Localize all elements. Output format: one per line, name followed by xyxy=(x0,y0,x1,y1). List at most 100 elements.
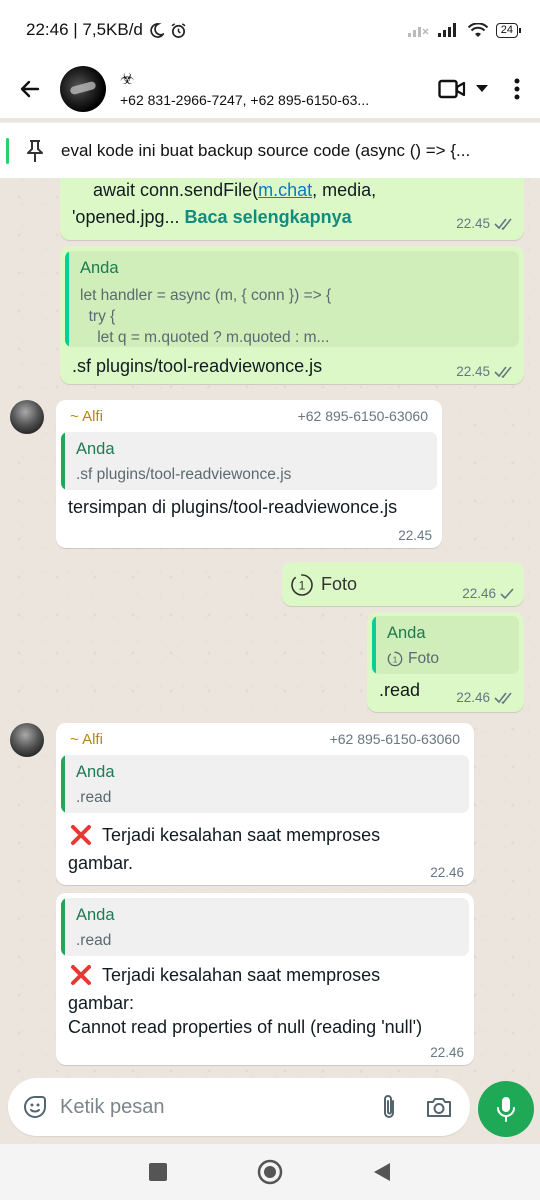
chat-header: ☣ +62 831-2966-7247, +62 895-6150-63... xyxy=(0,60,540,118)
message-time: 22.46 xyxy=(462,586,496,601)
message-bubble[interactable]: Anda let handler = async (m, { conn }) =… xyxy=(60,246,524,384)
chat-area[interactable]: await conn.sendFile(m.chat, media, 'open… xyxy=(0,178,540,1084)
message-text-line: gambar. xyxy=(68,853,134,873)
double-check-icon xyxy=(494,366,514,378)
message-meta: 22.46 xyxy=(456,690,514,705)
sender-number: +62 895-6150-63060 xyxy=(297,408,428,424)
sender-avatar[interactable] xyxy=(10,723,44,757)
quoted-author: Anda xyxy=(76,906,115,924)
status-right: 24 xyxy=(407,22,522,38)
dropdown-icon xyxy=(476,85,488,93)
quoted-author: Anda xyxy=(80,259,119,277)
voice-record-button[interactable] xyxy=(478,1081,534,1137)
sticker-icon[interactable] xyxy=(22,1094,48,1120)
pin-icon xyxy=(25,139,45,163)
quoted-message[interactable]: Anda .sf plugins/tool-readviewonce.js xyxy=(61,432,437,490)
quoted-message[interactable]: Anda .read xyxy=(61,898,469,956)
message-text-line: Cannot read properties of null (reading … xyxy=(68,1017,423,1037)
error-cross-icon xyxy=(70,824,92,846)
more-options-button[interactable] xyxy=(514,78,520,100)
message-time: 22.46 xyxy=(430,865,464,880)
recents-icon xyxy=(149,1163,167,1181)
mic-icon xyxy=(496,1096,516,1122)
quoted-text: Foto xyxy=(408,650,440,667)
quoted-text: let handler = async (m, { conn }) => { t… xyxy=(80,287,332,346)
status-time: 22:46 | 7,5KB/d xyxy=(26,20,143,39)
home-button[interactable] xyxy=(257,1159,283,1185)
quoted-author: Anda xyxy=(76,440,115,458)
status-left: 22:46 | 7,5KB/d xyxy=(26,20,187,40)
message-time: 22.46 xyxy=(456,690,490,705)
pinned-text: eval kode ini buat backup source code (a… xyxy=(61,140,471,160)
back-nav-button[interactable] xyxy=(373,1162,391,1182)
message-bubble[interactable]: 1 Foto 22.46 xyxy=(282,562,524,606)
back-button[interactable] xyxy=(0,60,60,118)
message-meta: 22.46 xyxy=(462,586,514,601)
sender-name[interactable]: ~ Alfi xyxy=(70,408,103,425)
message-meta: 22.45 xyxy=(398,528,432,543)
message-text-line: 'opened.jpg... xyxy=(72,207,185,227)
wifi-icon xyxy=(467,22,488,38)
signal-icon xyxy=(437,23,460,37)
quoted-text: .read xyxy=(76,932,112,949)
message-bubble[interactable]: ~ Alfi +62 895-6150-63060 Anda .read Ter… xyxy=(56,723,474,885)
quoted-message[interactable]: Anda let handler = async (m, { conn }) =… xyxy=(65,251,519,347)
battery-indicator: 24 xyxy=(495,22,522,38)
message-bubble[interactable]: ~ Alfi +62 895-6150-63060 Anda .sf plugi… xyxy=(56,400,442,548)
pinned-message-bar[interactable]: eval kode ini buat backup source code (a… xyxy=(0,122,540,178)
message-text: .sf plugins/tool-readviewonce.js xyxy=(72,356,323,376)
chat-title: ☣ xyxy=(120,70,135,88)
message-text: Foto xyxy=(321,574,358,594)
video-call-button[interactable] xyxy=(438,78,488,100)
back-triangle-icon xyxy=(374,1163,390,1181)
message-time: 22.45 xyxy=(398,528,432,543)
message-meta: 22.45 xyxy=(456,364,514,379)
message-text: Terjadi kesalahan saat memproses xyxy=(102,965,381,985)
header-actions xyxy=(438,78,540,100)
chat-info[interactable]: ☣ +62 831-2966-7247, +62 895-6150-63... xyxy=(120,71,438,108)
message-composer xyxy=(0,1072,540,1144)
sender-avatar[interactable] xyxy=(10,400,44,434)
double-check-icon xyxy=(494,692,514,704)
quoted-author: Anda xyxy=(76,763,115,781)
message-text: tersimpan di plugins/tool-readviewonce.j… xyxy=(68,497,398,517)
read-more-link[interactable]: Baca selengkapnya xyxy=(185,207,352,227)
message-text: .read xyxy=(379,680,421,700)
message-link[interactable]: m.chat xyxy=(258,180,312,200)
view-once-icon: 1 xyxy=(290,573,314,597)
message-text-line: gambar: xyxy=(68,993,135,1013)
dnd-moon-icon xyxy=(149,22,164,38)
message-meta: 22.45 xyxy=(456,216,514,231)
alarm-icon xyxy=(170,22,187,39)
more-icon xyxy=(514,78,520,100)
svg-text:1: 1 xyxy=(393,654,398,664)
message-meta: 22.46 xyxy=(430,1045,464,1060)
quoted-message[interactable]: Anda 1 Foto xyxy=(372,616,519,674)
error-cross-icon xyxy=(70,964,92,986)
message-input[interactable] xyxy=(60,1095,380,1119)
svg-text:1: 1 xyxy=(299,579,306,593)
chat-participants: +62 831-2966-7247, +62 895-6150-63... xyxy=(120,91,370,108)
message-input-container xyxy=(8,1078,470,1136)
recents-button[interactable] xyxy=(149,1163,167,1181)
message-bubble[interactable]: await conn.sendFile(m.chat, media, 'open… xyxy=(60,178,524,240)
message-time: 22.45 xyxy=(456,216,490,231)
message-bubble[interactable]: Anda 1 Foto .read 22.46 xyxy=(367,612,524,712)
status-bar: 22:46 | 7,5KB/d 24 xyxy=(0,0,540,60)
message-bubble[interactable]: Anda .read Terjadi kesalahan saat mempro… xyxy=(56,893,474,1065)
message-text: Terjadi kesalahan saat memproses xyxy=(102,825,381,845)
sender-name[interactable]: ~ Alfi xyxy=(70,731,103,748)
message-time: 22.45 xyxy=(456,364,490,379)
quoted-text: .read xyxy=(76,789,112,806)
double-check-icon xyxy=(494,218,514,230)
pinned-indicator xyxy=(6,137,9,164)
camera-icon[interactable] xyxy=(426,1096,452,1118)
message-meta: 22.46 xyxy=(430,865,464,880)
attach-icon[interactable] xyxy=(380,1093,398,1121)
view-once-icon: 1 xyxy=(387,651,403,667)
quoted-message[interactable]: Anda .read xyxy=(61,755,469,813)
quoted-author: Anda xyxy=(387,624,426,642)
group-avatar[interactable] xyxy=(60,66,106,112)
signal-off-icon xyxy=(407,23,430,37)
message-text: await conn.sendFile(m.chat, media, xyxy=(93,180,377,200)
